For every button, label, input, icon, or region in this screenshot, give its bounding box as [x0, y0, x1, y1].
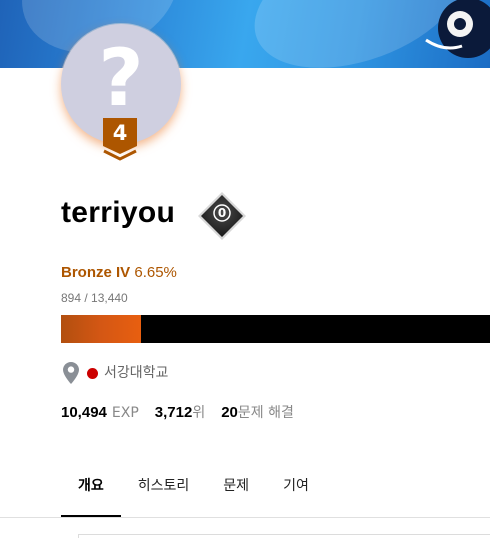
tier-percent: 6.65% — [134, 264, 177, 281]
tab-contributions[interactable]: 기여 — [266, 470, 326, 517]
exp-value: 10,494 — [61, 404, 107, 421]
tier-name: Bronze IV — [61, 264, 131, 281]
class-badge-number: 0 — [217, 206, 227, 220]
rank-value: 3,712 — [154, 404, 193, 421]
tab-problems[interactable]: 문제 — [206, 470, 266, 517]
rating-text: 894 / 13,440 — [61, 291, 128, 305]
avatar-placeholder-icon: ? — [98, 34, 144, 124]
banner-decoration-icon — [425, 0, 490, 58]
tier-line: Bronze IV 6.65% — [61, 263, 177, 283]
class-badge[interactable]: 0 — [196, 190, 248, 242]
profile-stats: 10,494 EXP 3,712 위 20 문제 해결 — [61, 403, 294, 423]
solved-unit: 문제 해결 — [237, 405, 294, 421]
organization-name[interactable]: 서강대학교 — [104, 363, 168, 383]
profile-page: ? 4 terriyou 0 Bronze IV 6.65% 894 / 13,… — [0, 0, 490, 538]
content-card-edge — [78, 534, 490, 538]
exp-unit: EXP — [111, 405, 139, 421]
tab-history[interactable]: 히스토리 — [121, 470, 207, 517]
profile-tabs: 개요 히스토리 문제 기여 — [61, 470, 326, 517]
tier-progress-fill — [61, 315, 141, 343]
tier-badge-number: 4 — [112, 121, 128, 145]
rank-unit: 위 — [192, 405, 206, 421]
tab-overview[interactable]: 개요 — [61, 470, 121, 517]
organization-row: 서강대학교 — [63, 362, 168, 384]
username: terriyou — [61, 196, 176, 229]
organization-status-dot — [87, 367, 98, 379]
tier-badge[interactable]: 4 — [103, 118, 137, 162]
tier-progress-bar — [61, 315, 490, 343]
solved-value: 20 — [221, 404, 238, 421]
location-pin-icon — [63, 362, 79, 384]
tab-divider — [0, 517, 490, 518]
